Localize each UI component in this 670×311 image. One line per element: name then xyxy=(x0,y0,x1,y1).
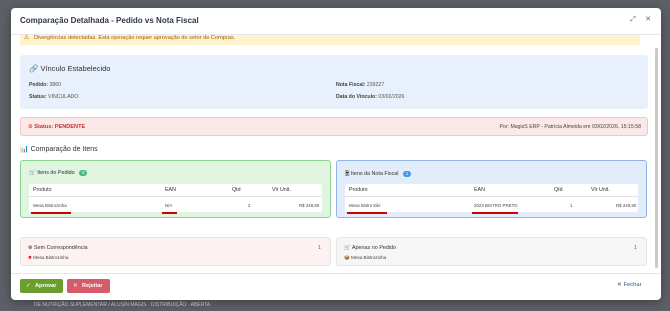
reject-button[interactable]: ✕ Rejeitar xyxy=(67,279,110,293)
table-row-produto: Mesa Bistrozinha xyxy=(33,203,67,208)
col-qtd: Qtd xyxy=(232,187,241,193)
col-ean: EAN xyxy=(165,187,176,193)
expand-icon[interactable]: ⤢ xyxy=(629,16,637,24)
clock-icon: ⊙ xyxy=(28,124,33,130)
col-produto: Produto xyxy=(33,187,52,193)
close-icon[interactable]: ✕ xyxy=(644,16,652,24)
mismatch-underline xyxy=(162,212,177,214)
pedido-panel-title: 🛒 Itens do Pedido 0 xyxy=(29,170,88,176)
sem-correspondencia-card: ⊗ Sem Correspondência 1 ✖ Mesa Bistrozin… xyxy=(20,237,331,266)
col-vlr: Vlr Unit. xyxy=(272,187,291,193)
status-by: Por: MagisS ERP - Patrícia Almeida em 03… xyxy=(499,124,642,130)
circle-x-icon: ⊗ xyxy=(28,245,33,251)
modal-header: Comparação Detalhada - Pedido vs Nota Fi… xyxy=(11,8,661,35)
table-divider xyxy=(345,196,638,197)
close-icon: ✕ xyxy=(617,282,622,288)
comparison-modal: Comparação Detalhada - Pedido vs Nota Fi… xyxy=(11,8,661,300)
pedido-table: Produto EAN Qtd Vlr Unit. Mesa Bistrozin… xyxy=(29,184,322,214)
col-vlr: Vlr Unit. xyxy=(591,187,610,193)
list-item: ✖ Mesa Bistrozinha xyxy=(28,255,69,260)
pedido-field: Pedido: 3860 xyxy=(29,82,62,88)
data-vinculo-field: Data do Vínculo: 03/02/2026 xyxy=(336,94,405,100)
nota-panel: 🗎 Itens da Nota Fiscal 1 Produto EAN Qtd… xyxy=(336,160,647,218)
apenas-pedido-card: 🛒 Apenas no Pedido 1 📦 Mesa Bistrozinha xyxy=(336,237,647,266)
status-label: ⊙ Status: PENDENTE xyxy=(28,124,86,130)
sem-correspondencia-count: 1 xyxy=(318,245,321,251)
x-icon: ✕ xyxy=(73,283,78,289)
box-icon: 📦 xyxy=(344,255,350,260)
close-button[interactable]: ✕ Fechar xyxy=(617,282,642,288)
mismatch-underline xyxy=(31,212,71,214)
table-row-qtd: 1 xyxy=(570,203,573,208)
cart-icon: 🛒 xyxy=(29,170,36,176)
col-produto: Produto xyxy=(349,187,368,193)
mismatch-underline xyxy=(347,212,387,214)
status-field: Status: VINCULADO xyxy=(29,94,79,100)
col-qtd: Qtd xyxy=(554,187,563,193)
table-divider xyxy=(29,196,322,197)
status-bar: ⊙ Status: PENDENTE Por: MagisS ERP - Pat… xyxy=(20,117,648,136)
x-icon: ✖ xyxy=(28,255,32,260)
pedido-count-badge: 0 xyxy=(79,170,88,176)
table-row-produto: Mesa Bistro Kiki xyxy=(349,203,381,208)
list-item: 📦 Mesa Bistrozinha xyxy=(344,255,387,260)
table-row-ean: 2023 BISTRO PRETO xyxy=(474,203,518,208)
check-icon: ✓ xyxy=(26,283,31,289)
table-row-vlr: R$ 249,90 xyxy=(299,203,320,208)
alert-text: Divergências detectadas. Esta operação r… xyxy=(34,35,236,41)
approve-button[interactable]: ✓ Aprovar xyxy=(20,279,63,293)
modal-title: Comparação Detalhada - Pedido vs Nota Fi… xyxy=(20,16,199,25)
apenas-pedido-title: 🛒 Apenas no Pedido xyxy=(344,245,396,251)
apenas-pedido-count: 1 xyxy=(634,245,637,251)
pedido-panel: 🛒 Itens do Pedido 0 Produto EAN Qtd Vlr … xyxy=(20,160,331,218)
table-row-qtd: 2 xyxy=(248,203,251,208)
sem-correspondencia-title: ⊗ Sem Correspondência xyxy=(28,245,88,251)
background-row: DE NUTRIÇÃO SUPLEMENTAR / ALUSÍN MAGIS ·… xyxy=(34,302,211,308)
table-row-vlr: R$ 249,90 xyxy=(616,203,637,208)
footer-divider xyxy=(11,273,661,274)
vinculo-card: 🔗 Vínculo Estabelecido Pedido: 3860 Stat… xyxy=(20,55,648,109)
mismatch-underline xyxy=(472,212,518,214)
table-row-ean: N/A xyxy=(165,203,173,208)
nota-count-badge: 1 xyxy=(402,171,411,177)
modal-scrollbar[interactable] xyxy=(655,48,658,268)
cart-icon: 🛒 xyxy=(344,245,351,251)
divergence-alert: ⚠ Divergências detectadas. Esta operação… xyxy=(20,35,640,45)
vinculo-title: 🔗 Vínculo Estabelecido xyxy=(29,64,111,73)
warning-icon: ⚠ xyxy=(24,35,30,41)
document-icon: 🗎 xyxy=(345,171,350,177)
chart-icon: 📊 xyxy=(20,146,29,153)
nota-panel-title: 🗎 Itens da Nota Fiscal 1 xyxy=(345,170,411,179)
comparison-title: 📊 Comparação de Itens xyxy=(20,146,98,153)
col-ean: EAN xyxy=(474,187,485,193)
nota-table: Produto EAN Qtd Vlr Unit. Mesa Bistro Ki… xyxy=(345,184,638,214)
nota-field: Nota Fiscal: 239227 xyxy=(336,82,385,88)
link-icon: 🔗 xyxy=(29,64,39,73)
